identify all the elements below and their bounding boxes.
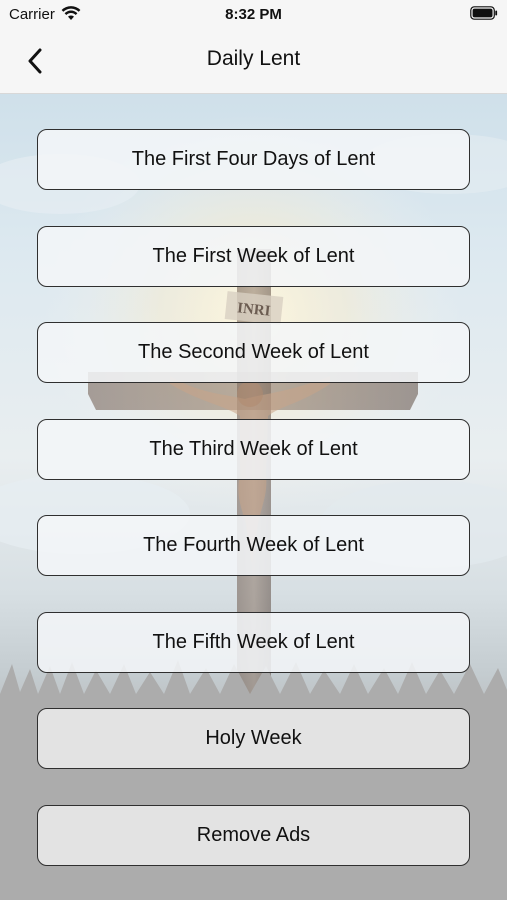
status-bar: Carrier 8:32 PM <box>0 0 507 30</box>
screen: Carrier 8:32 PM Daily Lent INRI The Firs… <box>0 0 507 900</box>
menu-button-first-four-days[interactable]: The First Four Days of Lent <box>37 129 470 190</box>
lent-menu-list: The First Four Days of Lent The First We… <box>37 129 470 900</box>
page-title: Daily Lent <box>206 47 301 70</box>
menu-button-second-week[interactable]: The Second Week of Lent <box>37 322 470 383</box>
remove-ads-button[interactable]: Remove Ads <box>37 804 470 866</box>
status-time: 8:32 PM <box>225 6 282 23</box>
navigation-bar: Daily Lent <box>0 30 507 94</box>
menu-button-fifth-week[interactable]: The Fifth Week of Lent <box>37 611 470 673</box>
menu-button-first-week[interactable]: The First Week of Lent <box>37 225 470 287</box>
menu-button-third-week[interactable]: The Third Week of Lent <box>37 418 470 480</box>
battery-icon <box>470 6 498 20</box>
menu-button-holy-week[interactable]: Holy Week <box>37 708 470 769</box>
menu-button-fourth-week[interactable]: The Fourth Week of Lent <box>37 515 470 576</box>
